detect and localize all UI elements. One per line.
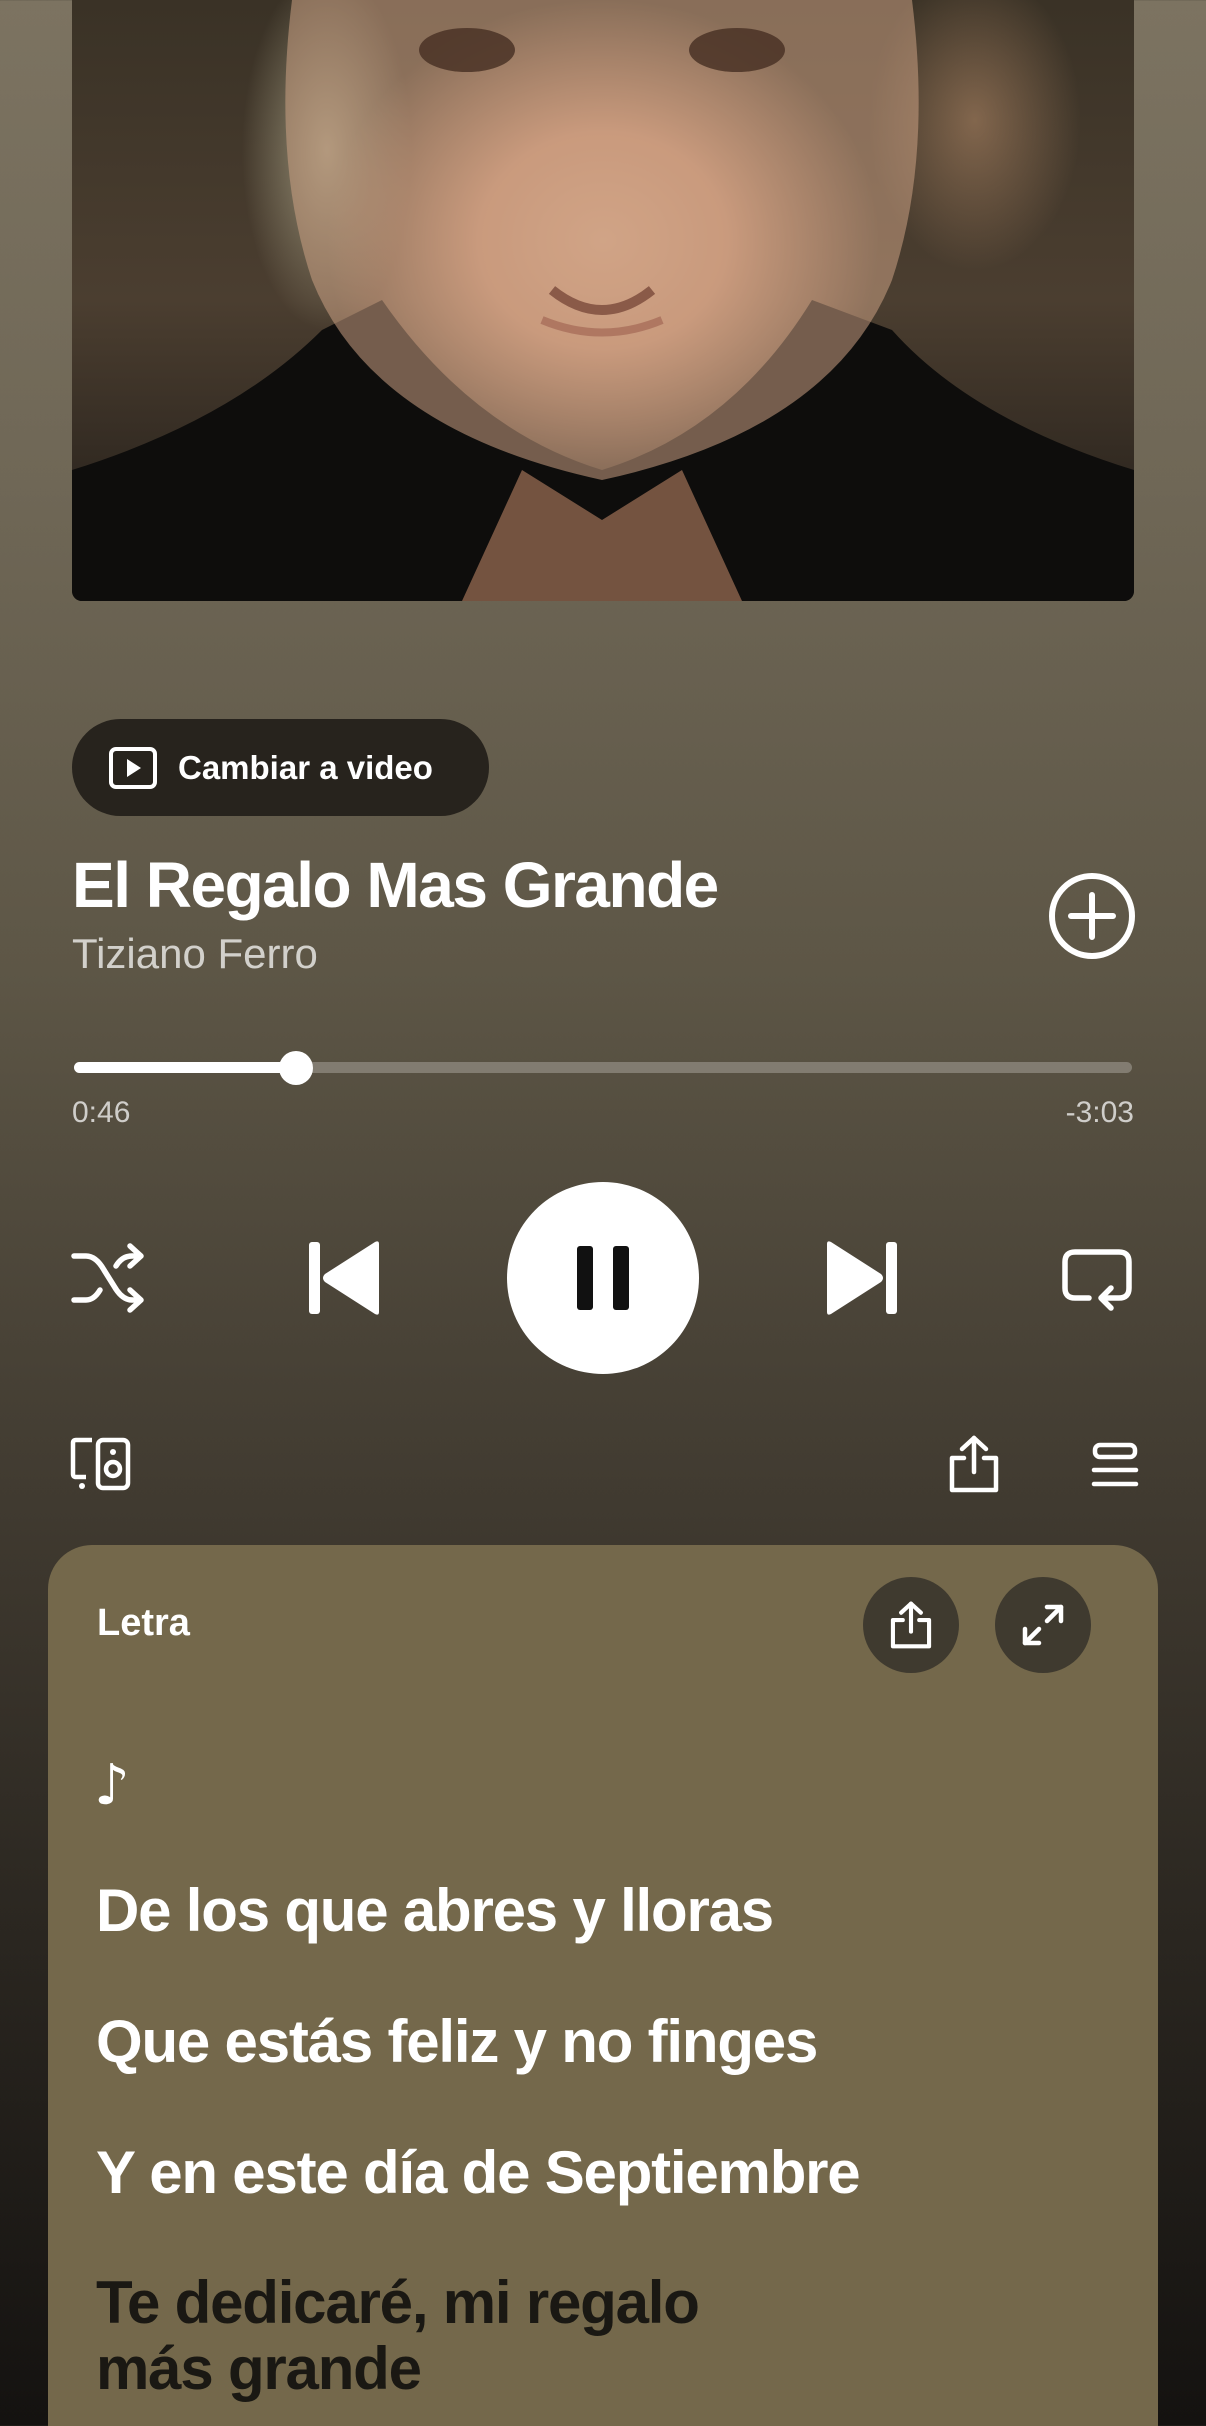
expand-icon xyxy=(1022,1604,1064,1646)
album-artwork xyxy=(72,0,1134,601)
elapsed-time: 0:46 xyxy=(72,1096,131,1129)
lyric-line[interactable]: De los que abres y lloras xyxy=(96,1876,774,1945)
switch-to-video-label: Cambiar a video xyxy=(178,748,433,786)
artwork-portrait-icon xyxy=(72,0,1134,601)
current-lyric-line[interactable]: Te dedicaré, mi regalo más grande xyxy=(96,2270,816,2402)
switch-to-video-button[interactable]: Cambiar a video xyxy=(72,719,489,816)
previous-track-button[interactable] xyxy=(305,1236,383,1320)
lyrics-card[interactable]: Letra ♪ De los que abres y lloras Que es… xyxy=(48,1545,1158,2426)
next-track-button[interactable] xyxy=(823,1236,901,1320)
pause-button[interactable] xyxy=(507,1182,699,1374)
add-to-library-button[interactable] xyxy=(1047,871,1137,961)
song-title: El Regalo Mas Grande xyxy=(72,849,719,921)
lyrics-share-button[interactable] xyxy=(863,1577,959,1673)
progress-fill xyxy=(74,1062,297,1073)
music-note-icon: ♪ xyxy=(94,1753,130,1818)
progress-bar[interactable] xyxy=(74,1051,1132,1085)
repeat-button[interactable] xyxy=(1059,1242,1135,1314)
lyrics-expand-button[interactable] xyxy=(995,1577,1091,1673)
play-video-icon xyxy=(109,746,157,789)
share-icon xyxy=(890,1601,932,1649)
queue-button[interactable] xyxy=(1090,1440,1140,1490)
lyric-line[interactable]: Y en este día de Septiembre xyxy=(96,2138,861,2207)
shuffle-button[interactable] xyxy=(70,1242,146,1314)
lyric-line[interactable]: Que estás feliz y no finges xyxy=(96,2007,818,2076)
remaining-time: -3:03 xyxy=(1065,1096,1134,1129)
lyrics-title: Letra xyxy=(97,1602,190,1644)
devices-button[interactable] xyxy=(70,1436,132,1492)
pause-icon xyxy=(577,1246,629,1310)
progress-scrubber-handle[interactable] xyxy=(279,1051,314,1085)
artist-name[interactable]: Tiziano Ferro xyxy=(72,930,318,978)
share-button[interactable] xyxy=(946,1434,1002,1494)
